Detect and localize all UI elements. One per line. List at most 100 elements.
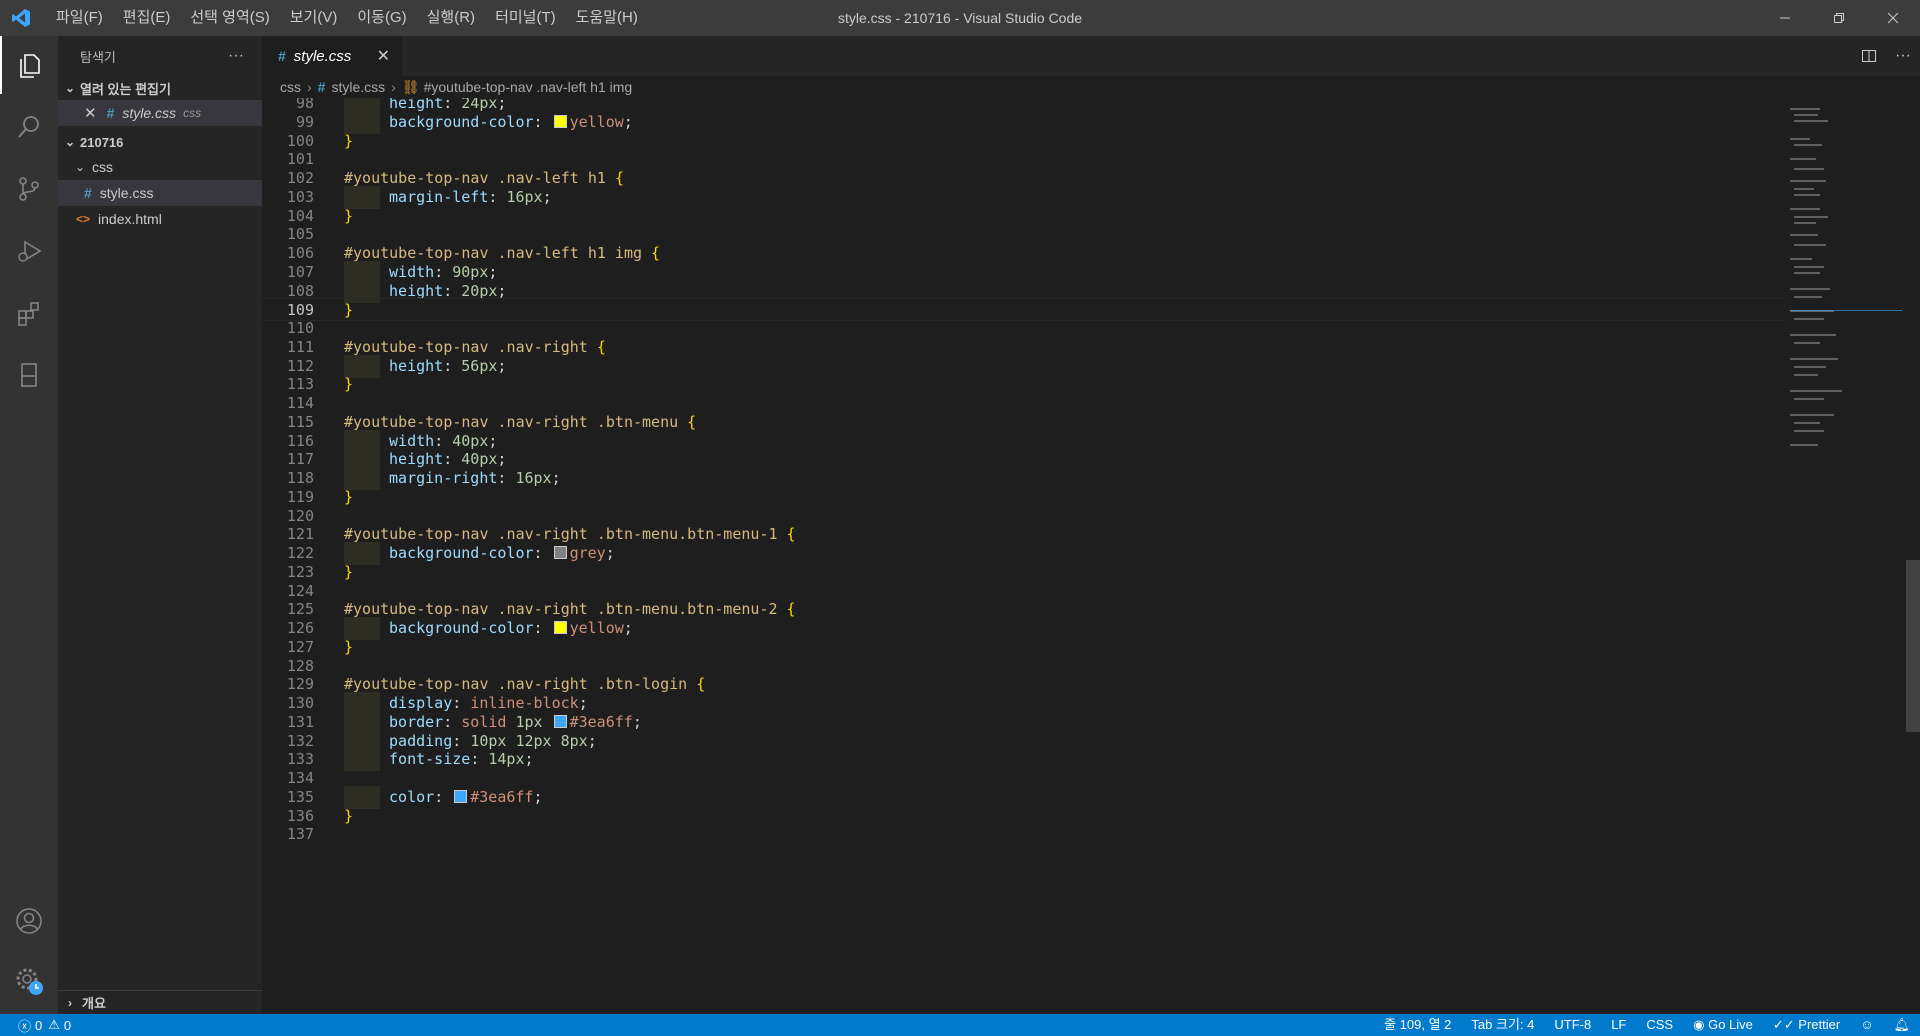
folder-css[interactable]: ⌄ css (58, 154, 262, 180)
cursor-position[interactable]: 줄 109, 열 2 (1374, 1014, 1461, 1036)
split-editor-icon (1862, 50, 1876, 62)
css-file-icon: # (106, 105, 115, 121)
open-editor-name: style.css (122, 105, 177, 121)
prettier-button[interactable]: ✓✓ Prettier (1763, 1014, 1850, 1036)
breadcrumb-selector[interactable]: #youtube-top-nav .nav-left h1 img (424, 79, 633, 95)
source-control-button[interactable] (0, 160, 58, 218)
chevron-down-icon: ⌄ (74, 160, 86, 174)
restore-icon (1834, 13, 1844, 23)
more-actions-button[interactable]: ··· (228, 47, 244, 65)
open-editor-item[interactable]: ✕ # style.css css (58, 100, 262, 126)
warning-icon: ⚠ (48, 1017, 60, 1032)
closing-brace: } (344, 806, 354, 825)
minimap[interactable] (1790, 98, 1902, 458)
menu-item[interactable]: 도움말(H) (566, 0, 648, 36)
workspace-label: 210716 (80, 134, 124, 150)
gear-icon (16, 968, 43, 995)
prettier-label: Prettier (1798, 1017, 1841, 1032)
bell-icon: 🔔︎ (1893, 1017, 1910, 1032)
folder-css-label: css (92, 159, 113, 175)
closing-brace: } (344, 375, 354, 394)
files-icon (20, 54, 40, 78)
language-mode[interactable]: CSS (1636, 1014, 1683, 1036)
closing-brace: } (344, 562, 354, 581)
end-of-line[interactable]: LF (1601, 1014, 1636, 1036)
error-icon: ⓧ (18, 1018, 32, 1034)
breadcrumb-folder[interactable]: css (280, 79, 301, 95)
remote-explorer-button[interactable] (0, 346, 58, 404)
editor-actions: ··· (1852, 36, 1920, 76)
css-file-icon: # (278, 48, 286, 64)
css-file-icon: # (84, 185, 92, 201)
menu-item[interactable]: 선택 영역(S) (180, 0, 279, 36)
encoding[interactable]: UTF-8 (1544, 1014, 1601, 1036)
breadcrumb-file[interactable]: style.css (331, 79, 385, 95)
extensions-button[interactable] (0, 284, 58, 342)
open-editor-folder: css (183, 106, 202, 120)
run-debug-button[interactable] (0, 222, 58, 280)
chevron-right-icon: › (307, 79, 312, 95)
close-tab-button[interactable]: ✕ (377, 46, 390, 66)
color-swatch[interactable] (553, 714, 567, 728)
code-line[interactable]: 137 (262, 823, 1782, 846)
open-editors-section[interactable]: ⌄ 열려 있는 편집기 (58, 76, 262, 100)
search-button[interactable] (0, 98, 58, 156)
split-editor-button[interactable] (1852, 36, 1886, 76)
accounts-button[interactable] (0, 892, 58, 950)
explorer-title: 탐색기 (80, 49, 116, 65)
file-style-label: style.css (99, 185, 154, 201)
title-bar: 파일(F) 편집(E) 선택 영역(S) 보기(V) 이동(G) 실행(R) 터미널(T) 도… (0, 0, 1920, 36)
minimize-button[interactable] (1758, 0, 1812, 36)
feedback-button[interactable]: ☺ (1850, 1014, 1883, 1036)
file-index-html[interactable]: <> index.html (58, 206, 262, 232)
color-swatch[interactable] (454, 789, 468, 803)
vscode-logo-icon (0, 0, 42, 36)
menu-bar: 파일(F) 편집(E) 선택 영역(S) 보기(V) 이동(G) 실행(R) 터미널(T) 도… (42, 0, 648, 36)
menu-item[interactable]: 실행(R) (417, 0, 485, 36)
close-window-button[interactable] (1866, 0, 1920, 36)
vertical-scrollbar[interactable] (1906, 98, 1920, 1014)
color-swatch[interactable] (553, 621, 567, 634)
account-icon (16, 908, 42, 934)
file-style-css[interactable]: # style.css (58, 180, 262, 206)
go-live-button[interactable]: ◉ Go Live (1683, 1014, 1763, 1036)
source-control-icon (19, 177, 39, 201)
open-editors-label: 열려 있는 편집기 (80, 81, 171, 97)
manage-button[interactable] (0, 952, 58, 1010)
feedback-icon: ☺ (1860, 1017, 1874, 1032)
tab-label: style.css (293, 47, 352, 65)
color-swatch[interactable] (553, 114, 567, 128)
explorer-sidebar: 탐색기 ··· ⌄ 열려 있는 편집기 ✕ # style.css css ⌄ … (58, 36, 262, 1014)
menu-item[interactable]: 이동(G) (347, 0, 416, 36)
menu-item[interactable]: 터미널(T) (485, 0, 566, 36)
more-actions-button[interactable]: ··· (1886, 36, 1920, 76)
chevron-right-icon: › (68, 995, 72, 1010)
css-file-icon: # (317, 79, 326, 95)
outline-section[interactable]: › 개요 (58, 990, 262, 1014)
editor-area: # style.css ✕ ··· css › # style.css › ⛓ … (262, 36, 1920, 1014)
menu-item[interactable]: 보기(V) (280, 0, 348, 36)
html-file-icon: <> (76, 212, 91, 226)
indentation[interactable]: Tab 크기: 4 (1461, 1014, 1544, 1036)
scrollbar-thumb[interactable] (1906, 560, 1920, 732)
window-controls (1758, 0, 1920, 36)
explorer-button[interactable] (0, 36, 58, 94)
notifications-button[interactable]: 🔔︎ (1883, 1014, 1920, 1036)
error-count: 0 (35, 1017, 43, 1033)
color-swatch[interactable] (553, 546, 567, 559)
closing-brace: } (344, 637, 354, 656)
close-editor-icon[interactable]: ✕ (84, 104, 97, 122)
selector-symbol-icon: ⛓ (401, 78, 420, 95)
problems-status[interactable]: ⓧ 0 ⚠ 0 (0, 1016, 71, 1035)
minimize-icon (1780, 17, 1790, 19)
menu-item[interactable]: 파일(F) (46, 0, 113, 36)
go-live-label: Go Live (1708, 1017, 1753, 1032)
code-editor[interactable]: 98 height: 24px; 99 background-color: yel… (262, 98, 1782, 1014)
menu-item[interactable]: 편집(E) (113, 0, 181, 36)
run-debug-icon (18, 240, 42, 262)
explorer-header: 탐색기 ··· (58, 36, 262, 76)
restore-button[interactable] (1812, 0, 1866, 36)
workspace-folder[interactable]: ⌄ 210716 (58, 130, 262, 154)
chevron-down-icon: ⌄ (64, 81, 76, 95)
tab-style-css[interactable]: # style.css ✕ (262, 36, 402, 76)
